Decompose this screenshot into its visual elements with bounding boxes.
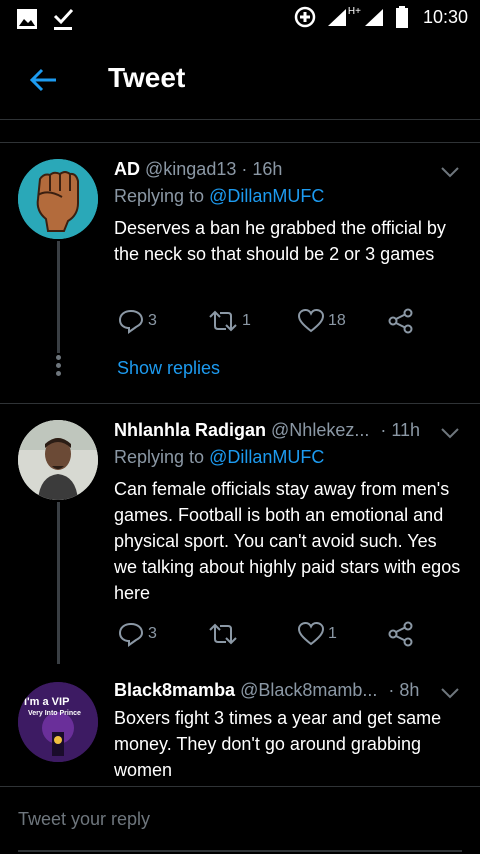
- heart-icon: [298, 622, 324, 646]
- fist-icon: [18, 159, 98, 239]
- reply-input[interactable]: Tweet your reply: [18, 809, 150, 830]
- user-handle[interactable]: @Black8mamb...: [240, 680, 377, 700]
- like-button[interactable]: 1: [298, 620, 388, 648]
- tweet-text: Deserves a ban he grabbed the official b…: [114, 218, 446, 264]
- user-handle[interactable]: @Nhlekez...: [271, 420, 369, 440]
- gallery-icon: [17, 9, 37, 29]
- tweet-header: Nhlanhla Radigan @Nhlekez... · 11h: [114, 420, 420, 441]
- reply-button[interactable]: 3: [118, 307, 208, 335]
- retweet-icon: [209, 310, 237, 332]
- thread-line: [57, 241, 60, 353]
- like-count: 18: [328, 312, 346, 329]
- tweet-header: AD @kingad13 · 16h: [114, 159, 282, 180]
- status-bar: H+ 10:30: [0, 0, 480, 38]
- thread-line: [57, 502, 60, 664]
- clock: 10:30: [422, 6, 468, 27]
- mention-link[interactable]: @DillanMUFC: [209, 447, 324, 467]
- retweet-count: 1: [242, 312, 251, 329]
- display-name[interactable]: AD: [114, 159, 140, 179]
- chevron-down-icon[interactable]: [440, 165, 460, 179]
- battery-icon: [395, 6, 408, 28]
- replying-to-label: Replying to: [114, 186, 205, 206]
- mention-link[interactable]: @DillanMUFC: [209, 186, 324, 206]
- show-replies-link[interactable]: Show replies: [117, 358, 220, 379]
- tweet-actions: 3 1 18: [118, 307, 478, 335]
- tweet-time: · 16h: [241, 159, 283, 179]
- input-underline: [18, 850, 462, 852]
- page-title: Tweet: [108, 62, 186, 93]
- retweet-button[interactable]: [208, 620, 298, 648]
- vip-profile-icon: [18, 682, 98, 762]
- display-name[interactable]: Nhlanhla Radigan: [114, 420, 266, 440]
- share-button[interactable]: [388, 307, 478, 335]
- back-arrow-icon[interactable]: [26, 62, 62, 98]
- reply-button[interactable]: 3: [118, 620, 208, 648]
- tweet-time: · 8h: [388, 680, 420, 700]
- chevron-down-icon[interactable]: [440, 426, 460, 440]
- avatar[interactable]: [18, 420, 98, 500]
- tweet-reply[interactable]: Nhlanhla Radigan @Nhlekez... · 11h Reply…: [0, 404, 480, 664]
- signal-icon: [327, 9, 346, 26]
- network-type: H+: [347, 5, 361, 17]
- replying-to: Replying to @DillanMUFC: [114, 447, 324, 468]
- chevron-down-icon[interactable]: [440, 686, 460, 700]
- replying-to: Replying to @DillanMUFC: [114, 186, 324, 207]
- data-saver-icon: [294, 6, 316, 28]
- user-handle[interactable]: @kingad13: [145, 159, 236, 179]
- tweet-actions: 3 1: [118, 620, 478, 648]
- profile-photo-icon: [18, 420, 98, 500]
- display-name[interactable]: Black8mamba: [114, 680, 235, 700]
- tweet-header: Black8mamba @Black8mamb... · 8h: [114, 680, 419, 701]
- top-bar: Tweet: [0, 38, 480, 120]
- avatar-caption: I'm a VIP: [24, 696, 70, 708]
- reply-composer: Tweet your reply: [0, 786, 480, 854]
- like-count: 1: [328, 625, 337, 642]
- share-button[interactable]: [388, 620, 478, 648]
- reply-icon: [118, 622, 144, 647]
- reply-count: 3: [148, 625, 157, 642]
- tweet-reply[interactable]: I'm a VIP Very Into Prince Black8mamba @…: [0, 664, 480, 786]
- avatar-caption-small: Very Into Prince: [28, 710, 81, 717]
- reply-icon: [118, 309, 144, 334]
- replying-to-label: Replying to: [114, 447, 205, 467]
- reply-count: 3: [148, 312, 157, 329]
- thread-more-dots: [56, 355, 61, 379]
- avatar[interactable]: I'm a VIP Very Into Prince: [18, 682, 98, 762]
- avatar[interactable]: [18, 159, 98, 239]
- tweet-text: Can female officials stay away from men'…: [114, 479, 461, 603]
- tweet-text: Boxers fight 3 times a year and get same…: [114, 708, 442, 780]
- retweet-icon: [209, 623, 237, 645]
- heart-icon: [298, 309, 324, 333]
- signal-icon-2: [364, 9, 383, 26]
- retweet-button[interactable]: 1: [208, 307, 298, 335]
- like-button[interactable]: 18: [298, 307, 388, 335]
- share-icon: [388, 621, 413, 647]
- tweet-time: · 11h: [380, 420, 421, 440]
- download-done-icon: [53, 8, 74, 30]
- tweet-reply[interactable]: AD @kingad13 · 16h Replying to @DillanMU…: [0, 143, 480, 403]
- share-icon: [388, 308, 413, 334]
